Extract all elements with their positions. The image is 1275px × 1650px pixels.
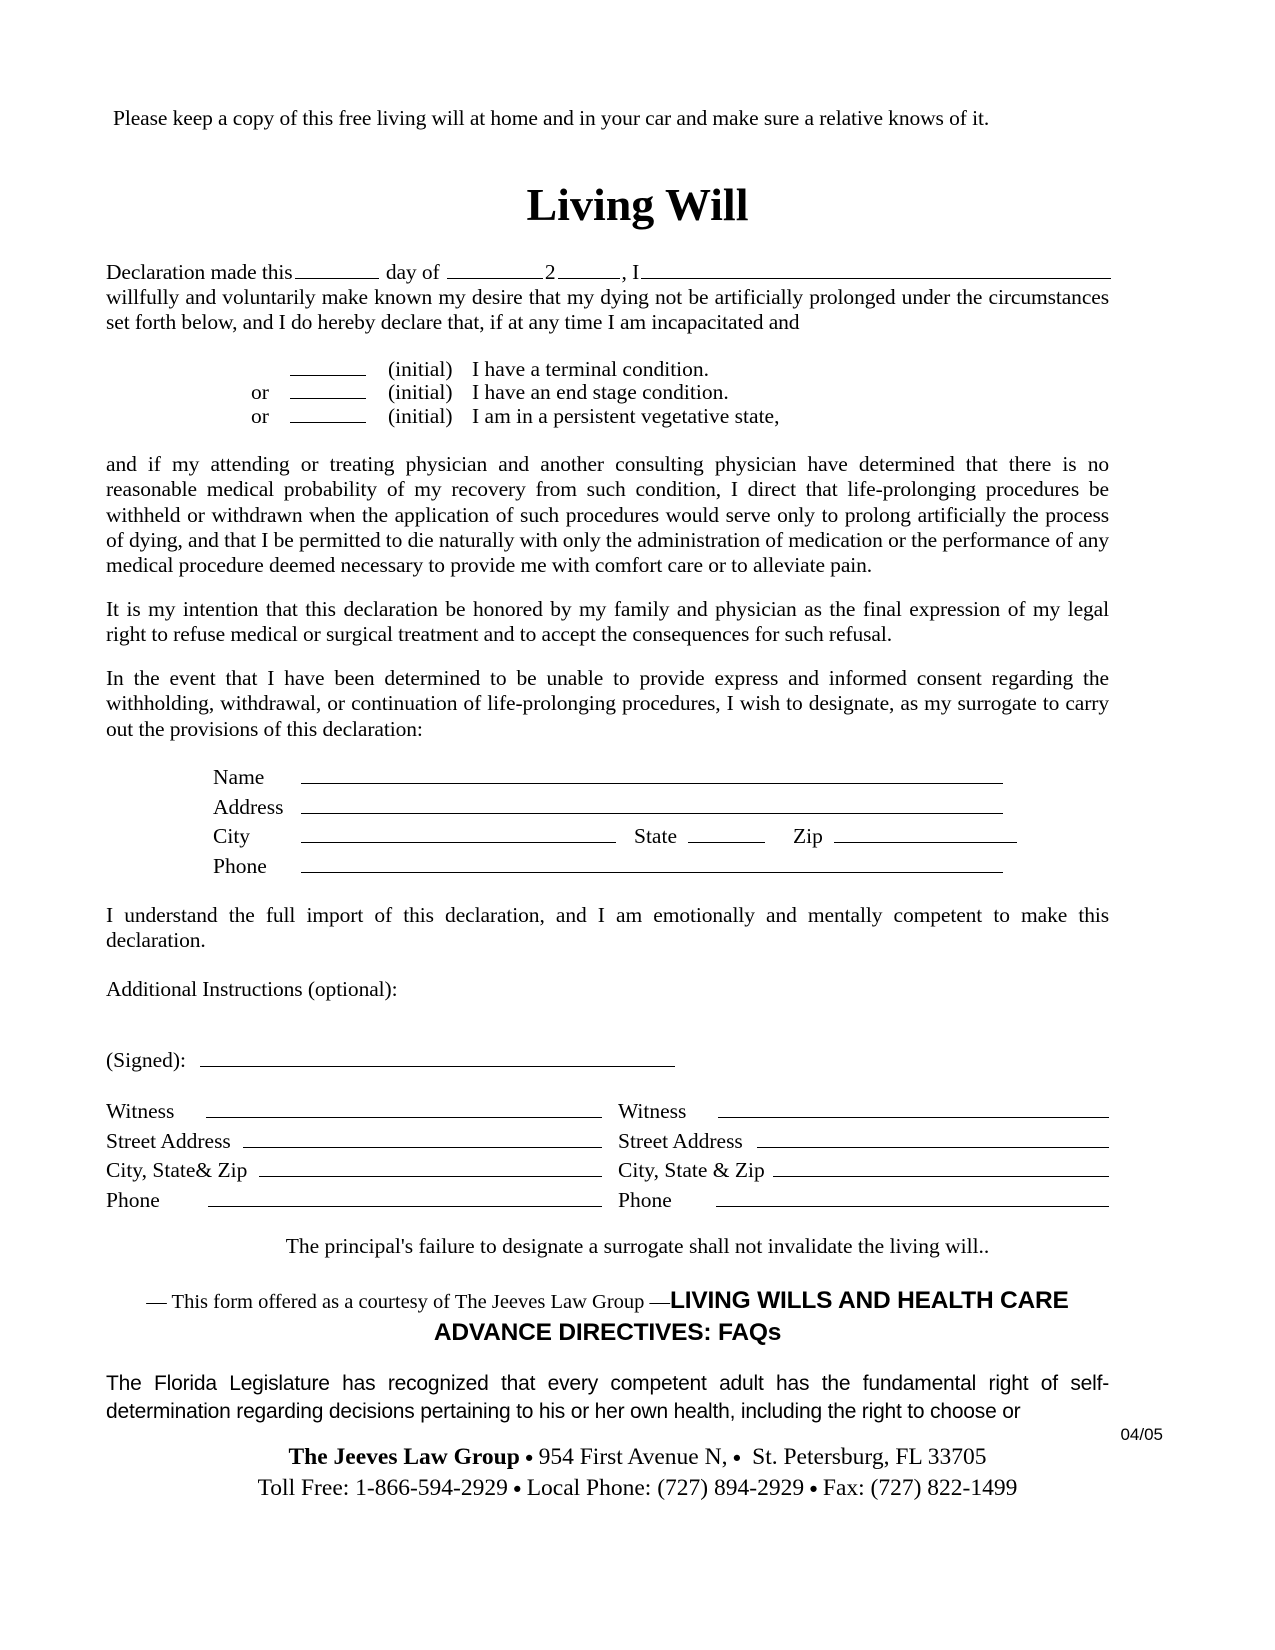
courtesy-prefix: — This form offered as a courtesy of The… [146, 1291, 671, 1313]
signature-input[interactable] [200, 1046, 676, 1068]
surrogate-phone-input[interactable] [301, 852, 1003, 873]
additional-instructions-label: Additional Instructions (optional): [106, 977, 398, 1001]
firm-street: 954 First Avenue N, [538, 1444, 728, 1470]
surrogate-name-label: Name [213, 765, 265, 790]
witness-1-city-state-zip-input[interactable] [259, 1156, 602, 1178]
initial-option-or-label: or [251, 380, 269, 405]
page-title: Living Will [526, 179, 749, 230]
initial-tag: (initial) [388, 380, 453, 405]
declaration-day-blank[interactable] [294, 258, 379, 279]
witness-1-name-input[interactable] [206, 1097, 602, 1119]
surrogate-city-input[interactable] [301, 822, 616, 844]
initial-option-text: I have an end stage condition. [472, 380, 729, 405]
initial-option-row: or (initial) I have an end stage conditi… [106, 380, 1109, 404]
declaration-first-line: Declaration made this day of 2 , I [106, 258, 1112, 285]
intro-note: Please keep a copy of this free living w… [113, 106, 990, 130]
courtesy-line: — This form offered as a courtesy of The… [106, 1285, 1109, 1350]
firm-address-line: The Jeeves Law Group ● 954 First Avenue N,… [0, 1442, 1275, 1473]
intention-paragraph: It is my intention that this declaration… [106, 597, 1109, 647]
initial-option-text: I have a terminal condition. [472, 356, 710, 381]
witness-1-street-label: Street Address [106, 1128, 231, 1153]
surrogate-state-label: State [634, 824, 677, 849]
physician-paragraph: and if my attending or treating physicia… [106, 452, 1109, 578]
witness-1-street-input[interactable] [242, 1127, 602, 1148]
firm-name: The Jeeves Law Group [288, 1444, 520, 1470]
initial-option-text: I am in a persistent vegetative state, [472, 403, 780, 428]
bullet-separator-icon: ● [809, 1481, 818, 1498]
surrogate-address-label: Address [213, 794, 284, 819]
initial-blank-vegetative[interactable] [290, 403, 366, 423]
surrogate-address-row: Address [213, 793, 1003, 823]
surrogate-state-input[interactable] [688, 822, 765, 844]
declaration-prefix: Declaration made this [106, 259, 293, 284]
declaration-block: Declaration made this day of 2 , I willfu… [106, 258, 1112, 336]
declaration-year-prefix: 2 [544, 259, 556, 284]
surrogate-address-input[interactable] [301, 793, 1003, 814]
firm-contact-line: Toll Free: 1-866-594-2929 ● Local Phone: (… [0, 1473, 1275, 1504]
witness-row: City, State& Zip City, State & Zip [106, 1156, 1109, 1186]
declaration-month-blank[interactable] [446, 258, 543, 279]
declaration-paragraph: willfully and voluntarily make known my … [106, 285, 1109, 335]
surrogate-city-label: City [213, 824, 251, 849]
florida-legislature-paragraph: The Florida Legislature has recognized t… [106, 1372, 1109, 1423]
firm-local-phone: Local Phone: (727) 894-2929 [526, 1475, 805, 1502]
bullet-separator-icon: ● [732, 1449, 742, 1466]
firm-fax: Fax: (727) 822-1499 [822, 1475, 1018, 1502]
witness-2-city-state-zip-label: City, State & Zip [618, 1158, 765, 1183]
firm-city-state-zip: St. Petersburg, FL 33705 [752, 1444, 987, 1470]
signed-row: (Signed): [106, 1046, 676, 1073]
witness-1-phone-label: Phone [106, 1187, 160, 1212]
witness-2-street-input[interactable] [756, 1127, 1109, 1148]
witness-1-phone-input[interactable] [207, 1186, 602, 1207]
initial-option-row: (initial) I have a terminal condition. [106, 356, 1109, 381]
initial-tag: (initial) [388, 356, 453, 381]
initial-blank-end-stage[interactable] [290, 380, 366, 400]
firm-toll-free: Toll Free: 1-866-594-2929 [257, 1475, 508, 1502]
witness-2-street-label: Street Address [618, 1128, 743, 1153]
initial-tag: (initial) [388, 403, 453, 428]
witness-1-label: Witness [106, 1099, 175, 1124]
witness-row: Witness Witness [106, 1097, 1109, 1127]
principal-failure-note: The principal's failure to designate a s… [285, 1234, 990, 1258]
surrogate-name-row: Name [213, 763, 1003, 793]
bullet-separator-icon: ● [512, 1481, 522, 1498]
declarant-name-blank[interactable] [641, 258, 1112, 279]
surrogate-intro-paragraph: In the event that I have been determined… [106, 666, 1109, 741]
declaration-year-blank[interactable] [557, 258, 620, 279]
witness-2-label: Witness [618, 1099, 687, 1124]
declaration-day-of-label: day of [385, 259, 440, 284]
witness-2-city-state-zip-input[interactable] [772, 1156, 1109, 1178]
witness-2-name-input[interactable] [718, 1097, 1109, 1119]
surrogate-phone-row: Phone [213, 852, 1003, 882]
bullet-separator-icon: ● [524, 1449, 534, 1466]
initial-options-group: (initial) I have a terminal condition. o… [106, 356, 1109, 427]
witness-2-phone-input[interactable] [715, 1186, 1109, 1207]
witness-1-city-state-zip-label: City, State& Zip [106, 1158, 248, 1183]
declaration-after-year: , I [621, 259, 640, 284]
witness-2-phone-label: Phone [618, 1187, 672, 1212]
witness-row: Phone Phone [106, 1186, 1109, 1216]
understanding-paragraph: I understand the full import of this dec… [106, 903, 1109, 953]
surrogate-name-input[interactable] [301, 763, 1003, 785]
initial-option-row: or (initial) I am in a persistent vegeta… [106, 403, 1109, 427]
surrogate-fields-group: Name Address City State Zip Phone [213, 763, 1017, 882]
witness-row: Street Address Street Address [106, 1127, 1109, 1157]
witness-section: Witness Witness Street Address Street Ad… [106, 1097, 1109, 1215]
signed-label: (Signed): [106, 1048, 187, 1073]
surrogate-phone-label: Phone [213, 853, 267, 878]
surrogate-zip-input[interactable] [833, 822, 1017, 844]
firm-footer: The Jeeves Law Group ● 954 First Avenue N,… [0, 1442, 1275, 1505]
surrogate-zip-label: Zip [793, 824, 823, 849]
initial-option-or-label: or [251, 403, 269, 428]
living-will-document-page: Please keep a copy of this free living w… [0, 0, 1275, 1650]
surrogate-city-state-zip-row: City State Zip [213, 822, 1017, 852]
initial-blank-terminal[interactable] [290, 356, 366, 376]
